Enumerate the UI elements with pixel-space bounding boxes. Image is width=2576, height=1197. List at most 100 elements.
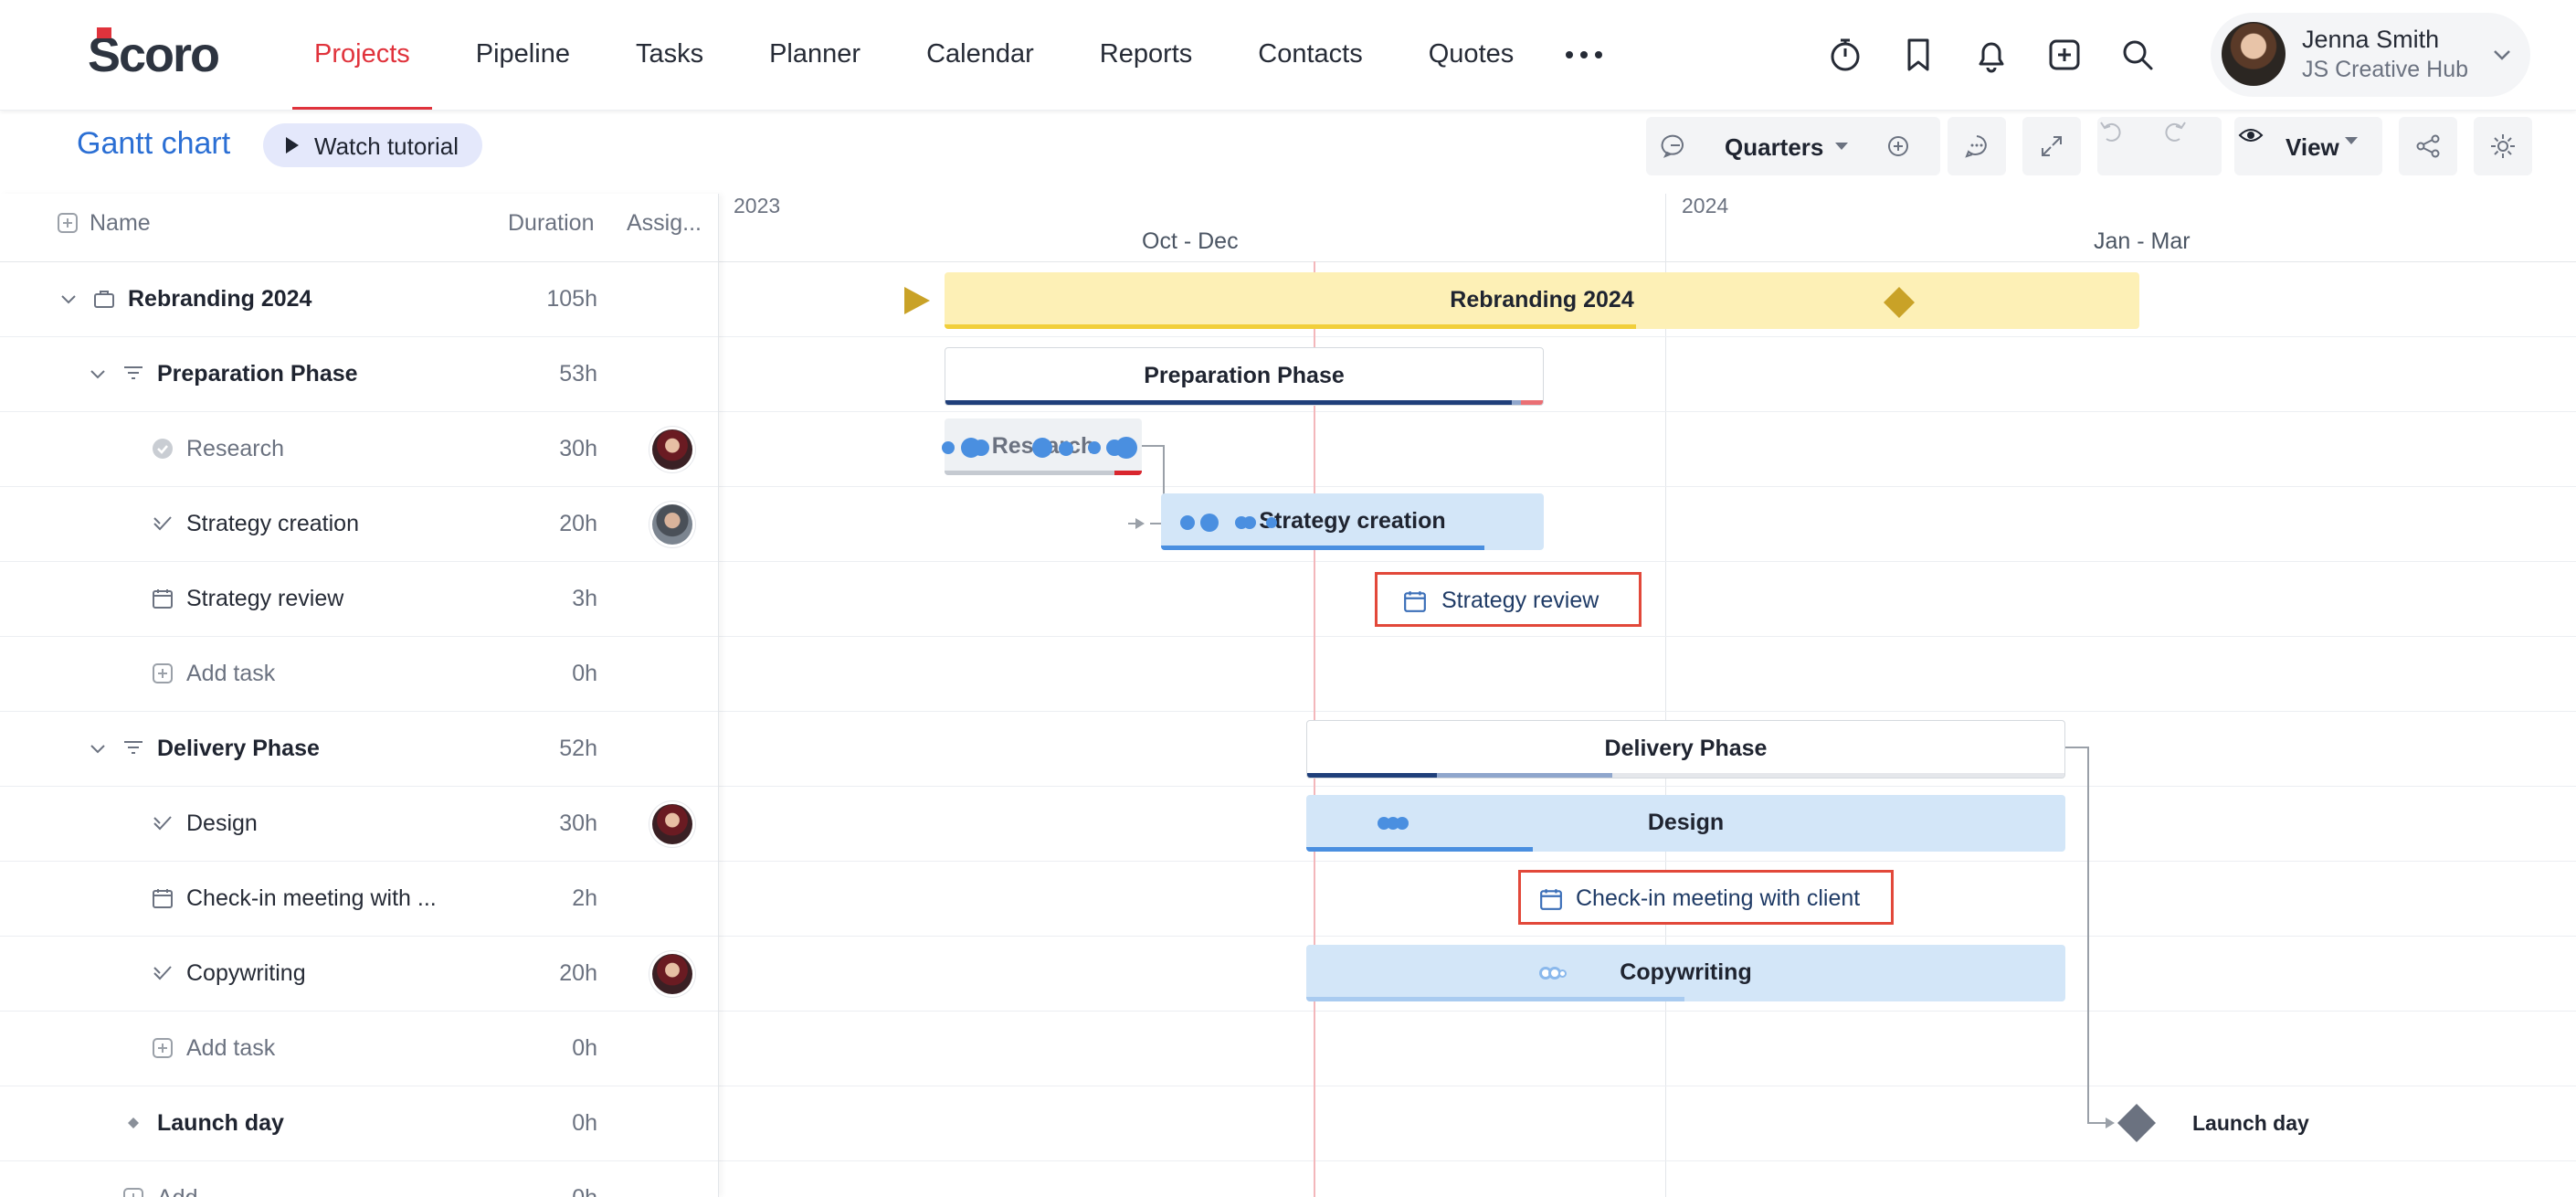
- gantt-bar-delivery-phase[interactable]: Delivery Phase: [1306, 720, 2065, 779]
- assignee-dot: [1266, 517, 1277, 528]
- expand-icon: [2042, 136, 2062, 156]
- row-name: Design: [186, 810, 258, 836]
- table-row[interactable]: Strategy review 3h: [0, 562, 718, 637]
- task-check-icon[interactable]: [152, 513, 174, 535]
- search-icon[interactable]: [2119, 37, 2156, 73]
- zoom-level-label[interactable]: Quarters: [1725, 133, 1823, 162]
- table-row[interactable]: Strategy creation 20h: [0, 487, 718, 562]
- row-duration: 0h: [572, 1035, 597, 1061]
- bar-label: Delivery Phase: [1604, 736, 1768, 761]
- chevron-down-icon: [1834, 141, 1849, 152]
- settings-button[interactable]: [2474, 117, 2532, 175]
- row-duration: 105h: [546, 286, 597, 312]
- share-button[interactable]: [2399, 117, 2457, 175]
- add-icon[interactable]: [122, 1187, 144, 1197]
- nav-item-reports[interactable]: Reports: [1078, 0, 1215, 110]
- row-duration: 0h: [572, 1110, 597, 1136]
- gantt-event-checkin-meeting[interactable]: Check-in meeting with client: [1518, 870, 1894, 925]
- milestone-diamond-icon[interactable]: [2116, 1102, 2158, 1144]
- gantt-bar-design[interactable]: Design: [1306, 795, 2065, 852]
- check-circle-icon[interactable]: [152, 438, 174, 460]
- chevron-down-icon[interactable]: [88, 365, 108, 385]
- add-icon[interactable]: [152, 662, 174, 684]
- app-logo[interactable]: Scoro: [88, 26, 243, 84]
- table-row[interactable]: Add task 0h: [0, 1012, 718, 1086]
- zoom-controls: Quarters: [1646, 117, 1940, 175]
- add-task-link[interactable]: Add task: [186, 1035, 275, 1062]
- table-row[interactable]: Research 30h: [0, 412, 718, 487]
- more-dots-icon[interactable]: [1562, 40, 1606, 69]
- nav-item-contacts[interactable]: Contacts: [1236, 0, 1384, 110]
- nav-item-projects[interactable]: Projects: [292, 0, 432, 110]
- row-duration: 53h: [559, 361, 597, 387]
- table-row[interactable]: Add task 0h: [0, 637, 718, 712]
- zoom-in-icon[interactable]: [1880, 128, 1916, 164]
- column-header-name[interactable]: Name: [90, 210, 151, 237]
- table-row[interactable]: Delivery Phase 52h: [0, 712, 718, 787]
- fullscreen-button[interactable]: [2022, 117, 2081, 175]
- top-navigation: Scoro Projects Pipeline Tasks Planner Ca…: [0, 0, 2576, 111]
- table-row[interactable]: Design 30h: [0, 787, 718, 862]
- avatar[interactable]: [652, 954, 692, 994]
- add-column-icon[interactable]: [57, 212, 79, 234]
- bookmark-icon[interactable]: [1900, 37, 1937, 73]
- view-menu-button[interactable]: View: [2234, 117, 2382, 175]
- stopwatch-icon[interactable]: [1827, 37, 1863, 73]
- user-menu[interactable]: Jenna Smith JS Creative Hub: [2211, 13, 2530, 97]
- nav-item-pipeline[interactable]: Pipeline: [454, 0, 592, 110]
- table-row[interactable]: Preparation Phase 53h: [0, 337, 718, 412]
- chevron-down-icon: [2492, 48, 2512, 62]
- add-square-icon[interactable]: [2046, 37, 2083, 73]
- chevron-down-icon[interactable]: [58, 290, 79, 310]
- project-start-marker: [904, 287, 930, 314]
- table-row[interactable]: Add 0h: [0, 1161, 718, 1197]
- column-header-assignee[interactable]: Assig...: [627, 210, 702, 237]
- avatar[interactable]: [652, 504, 692, 545]
- nav-item-planner[interactable]: Planner: [747, 0, 882, 110]
- gantt-bar-copywriting[interactable]: Copywriting: [1306, 945, 2065, 1001]
- briefcase-icon: [93, 288, 115, 310]
- assignee-dot: [1180, 515, 1195, 530]
- gantt-event-strategy-review[interactable]: Strategy review: [1375, 572, 1642, 627]
- nav-item-calendar[interactable]: Calendar: [904, 0, 1056, 110]
- calendar-icon: [1404, 591, 1426, 612]
- row-name: Research: [186, 436, 284, 461]
- logo-accent: [97, 27, 111, 38]
- assignee-dot: [942, 441, 955, 454]
- bar-label: Copywriting: [1620, 959, 1752, 985]
- table-row[interactable]: Copywriting 20h: [0, 937, 718, 1012]
- dependency-connectors: [1128, 445, 2115, 1128]
- bell-icon[interactable]: [1973, 37, 2010, 73]
- watch-tutorial-button[interactable]: Watch tutorial: [263, 123, 482, 167]
- row-duration: 30h: [559, 810, 597, 836]
- task-check-icon[interactable]: [152, 962, 174, 984]
- gantt-bar-prep-phase[interactable]: Preparation Phase: [945, 347, 1544, 406]
- table-row[interactable]: Launch day 0h: [0, 1086, 718, 1161]
- add-task-link[interactable]: Add task: [186, 661, 275, 687]
- main-nav: Projects Pipeline Tasks Planner Calendar…: [292, 0, 1557, 110]
- comments-button[interactable]: [1948, 117, 2006, 175]
- avatar[interactable]: [652, 804, 692, 844]
- add-icon[interactable]: [152, 1037, 174, 1059]
- add-link[interactable]: Add: [157, 1185, 197, 1197]
- table-row[interactable]: Check-in meeting with ... 2h: [0, 862, 718, 937]
- zoom-out-icon[interactable]: [1657, 128, 1694, 164]
- task-check-icon[interactable]: [152, 812, 174, 834]
- assignee-dot: [973, 440, 989, 456]
- user-name: Jenna Smith: [2302, 26, 2440, 53]
- task-grid: Name Duration Assig... Rebranding 2024 1…: [0, 194, 719, 1197]
- gantt-timeline: 2023 2024 Oct - Dec Jan - Mar Rebranding…: [719, 194, 2576, 1197]
- assignee-dot: [1243, 516, 1256, 529]
- nav-item-tasks[interactable]: Tasks: [614, 0, 725, 110]
- avatar[interactable]: [652, 429, 692, 470]
- row-duration: 3h: [572, 586, 597, 611]
- row-name: Rebranding 2024: [128, 286, 312, 312]
- table-row[interactable]: Rebranding 2024 105h: [0, 262, 718, 337]
- play-icon: [286, 137, 299, 154]
- gantt-bar-project[interactable]: Rebranding 2024: [945, 272, 2139, 329]
- assignee-dot: [1115, 437, 1137, 459]
- nav-item-quotes[interactable]: Quotes: [1407, 0, 1536, 110]
- chevron-down-icon[interactable]: [88, 739, 108, 759]
- column-header-duration[interactable]: Duration: [508, 210, 595, 237]
- phase-icon: [122, 363, 144, 385]
